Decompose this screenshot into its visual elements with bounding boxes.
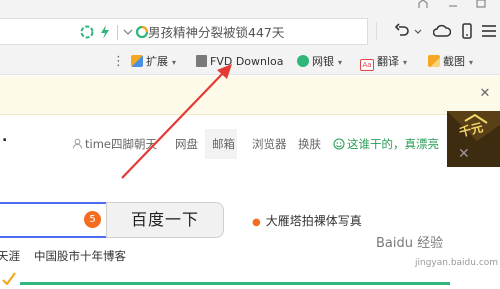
watermark: Baidu 经验 bbox=[376, 236, 444, 251]
watermark-url: jingyan.baidu.com bbox=[415, 258, 499, 268]
checkmark-icon bbox=[2, 270, 16, 286]
